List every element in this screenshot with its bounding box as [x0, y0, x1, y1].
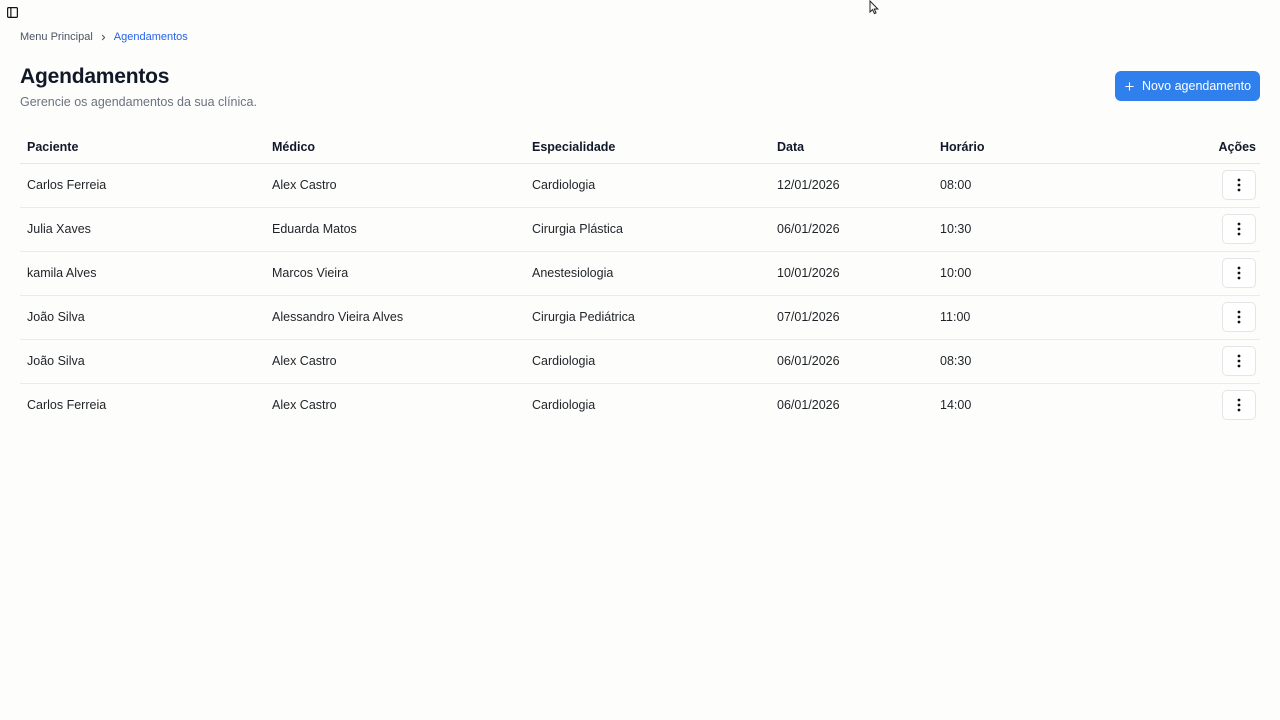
plus-icon — [1124, 81, 1135, 92]
cell-paciente: Carlos Ferreia — [20, 163, 265, 208]
cell-especialidade: Cardiologia — [532, 398, 596, 413]
breadcrumb: Menu Principal Agendamentos — [20, 30, 188, 44]
table-row: Carlos Ferreia Alex Castro Cardiologia 0… — [20, 383, 1260, 427]
cell-medico: Alessandro Vieira Alves — [265, 295, 525, 340]
cell-data: 06/01/2026 — [770, 339, 933, 384]
cell-especialidade: Anestesiologia — [525, 251, 770, 296]
row-actions-button[interactable] — [1222, 214, 1256, 244]
cell-paciente: Carlos Ferreia — [27, 398, 107, 413]
more-vertical-icon — [1237, 310, 1241, 324]
cell-acoes — [1133, 163, 1260, 208]
cell-especialidade: Cardiologia — [525, 163, 770, 208]
breadcrumb-item-agendamentos[interactable]: Agendamentos — [114, 31, 188, 43]
sidebar-toggle-button[interactable] — [5, 5, 19, 19]
cell-data: 07/01/2026 — [770, 295, 933, 340]
cell-medico: Marcos Vieira — [265, 251, 525, 296]
column-header-data: Data — [770, 131, 933, 164]
cell-acoes — [1133, 383, 1260, 427]
cell-acoes — [1133, 207, 1260, 252]
more-vertical-icon — [1237, 222, 1241, 236]
table-row: João Silva Alessandro Vieira Alves Cirur… — [20, 295, 1260, 340]
cell-paciente: João Silva — [20, 339, 265, 384]
cell-horario: 10:30 — [933, 207, 1133, 252]
mouse-cursor-icon — [869, 0, 879, 20]
row-actions-button[interactable] — [1222, 302, 1256, 332]
cell-data: 10/01/2026 — [770, 251, 933, 296]
row-actions-button[interactable] — [1222, 258, 1256, 288]
more-vertical-icon — [1237, 354, 1241, 368]
cell-horario: 11:00 — [933, 295, 1133, 340]
panel-left-icon — [6, 6, 18, 18]
row-actions-button[interactable] — [1222, 170, 1256, 200]
column-header-paciente: Paciente — [20, 131, 265, 164]
cell-medico: Alex Castro — [272, 398, 337, 413]
column-header-acoes: Ações — [1133, 131, 1260, 164]
chevron-right-icon — [99, 33, 108, 42]
table-row: João Silva Alex Castro Cardiologia 06/01… — [20, 339, 1260, 384]
cell-horario: 08:00 — [933, 163, 1133, 208]
cell-paciente: Julia Xaves — [20, 207, 265, 252]
column-header-horario: Horário — [933, 131, 1133, 164]
breadcrumb-item-menu-principal[interactable]: Menu Principal — [20, 31, 93, 43]
column-header-medico: Médico — [265, 131, 525, 164]
page-title: Agendamentos — [20, 65, 170, 88]
cell-especialidade: Cirurgia Plástica — [525, 207, 770, 252]
cell-acoes — [1133, 295, 1260, 340]
new-appointment-button-label: Novo agendamento — [1141, 79, 1252, 93]
page-subtitle: Gerencie os agendamentos da sua clínica. — [20, 95, 257, 109]
table-row: kamila Alves Marcos Vieira Anestesiologi… — [20, 251, 1260, 296]
row-actions-button[interactable] — [1222, 390, 1256, 421]
more-vertical-icon — [1237, 266, 1241, 280]
cell-paciente: kamila Alves — [20, 251, 265, 296]
cell-medico: Alex Castro — [265, 339, 525, 384]
cell-data: 06/01/2026 — [777, 398, 840, 413]
column-header-especialidade: Especialidade — [525, 131, 770, 164]
cell-paciente: João Silva — [20, 295, 265, 340]
table-row: Julia Xaves Eduarda Matos Cirurgia Plást… — [20, 207, 1260, 252]
new-appointment-button[interactable]: Novo agendamento — [1115, 71, 1260, 101]
cell-acoes — [1133, 251, 1260, 296]
cell-medico: Eduarda Matos — [265, 207, 525, 252]
cell-horario: 08:30 — [933, 339, 1133, 384]
cell-especialidade: Cirurgia Pediátrica — [525, 295, 770, 340]
cell-especialidade: Cardiologia — [525, 339, 770, 384]
appointments-table: Paciente Médico Especialidade Data Horár… — [20, 131, 1260, 427]
cell-medico: Alex Castro — [265, 163, 525, 208]
cell-horario: 10:00 — [933, 251, 1133, 296]
table-row: Carlos Ferreia Alex Castro Cardiologia 1… — [20, 163, 1260, 208]
cell-horario: 14:00 — [940, 398, 972, 413]
table-header-row: Paciente Médico Especialidade Data Horár… — [20, 131, 1260, 164]
cell-data: 12/01/2026 — [770, 163, 933, 208]
more-vertical-icon — [1237, 398, 1241, 412]
row-actions-button[interactable] — [1222, 346, 1256, 376]
cell-acoes — [1133, 339, 1260, 384]
more-vertical-icon — [1237, 178, 1241, 192]
cell-data: 06/01/2026 — [770, 207, 933, 252]
